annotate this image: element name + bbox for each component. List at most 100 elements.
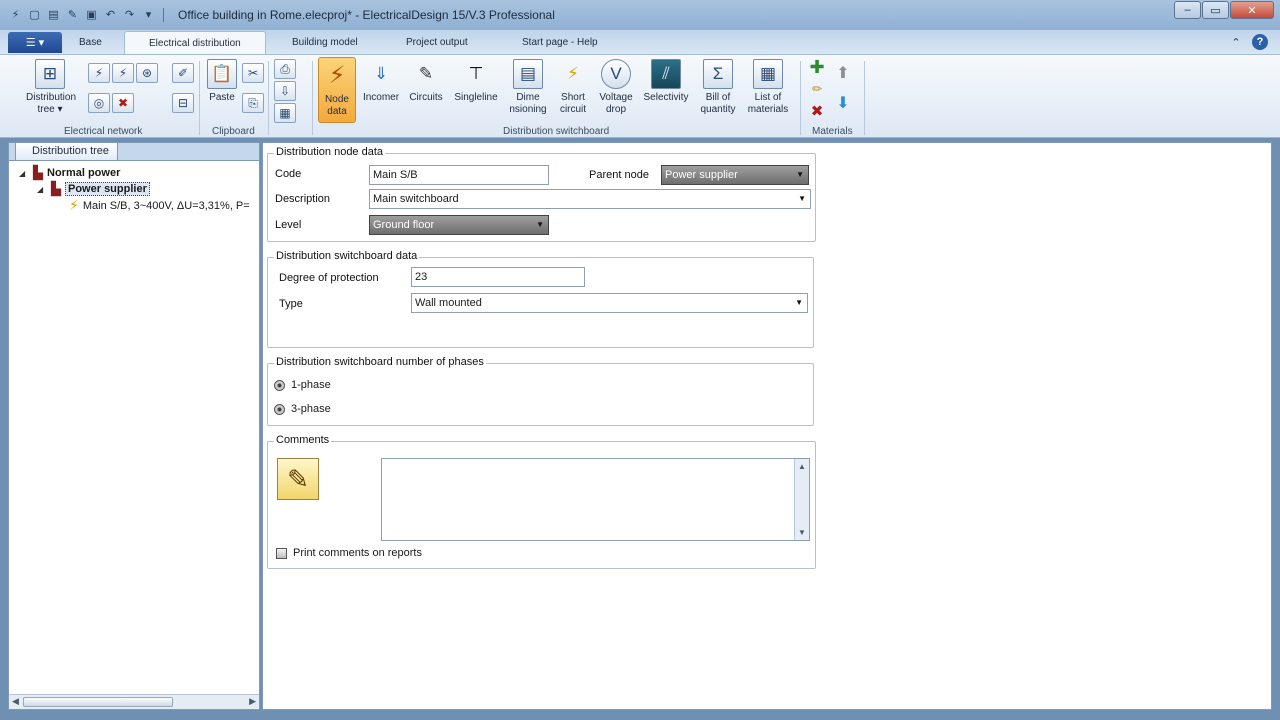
print-comments-checkbox[interactable] xyxy=(276,547,287,559)
help-icon[interactable]: ? xyxy=(1252,34,1268,50)
code-label: Code xyxy=(275,168,302,180)
generator-icon[interactable]: ◎ xyxy=(88,93,110,113)
new-file-icon[interactable]: ▢ xyxy=(27,7,42,22)
scroll-up-icon[interactable]: ▲ xyxy=(798,462,806,471)
print-icon[interactable]: ⎙ xyxy=(274,59,296,79)
group-divider xyxy=(800,61,801,135)
radio-button[interactable] xyxy=(274,403,285,415)
table-icon[interactable]: ▦ xyxy=(274,103,296,123)
tab-distribution-tree[interactable]: Distribution tree xyxy=(15,143,119,161)
tab-start-page-help[interactable]: Start page - Help xyxy=(522,37,598,48)
group-legend: Distribution switchboard data xyxy=(274,250,420,262)
selectivity-label: Selectivity xyxy=(643,92,689,103)
plug-icon[interactable]: ✐ xyxy=(172,63,194,83)
move-down-icon[interactable]: ⬇ xyxy=(832,93,854,113)
node-properties-icon[interactable]: ⊟ xyxy=(172,93,194,113)
collapse-arrow-icon[interactable]: ◢ xyxy=(37,185,47,194)
bill-of-quantity-label: Bill of quantity xyxy=(700,92,736,115)
tree-node-main-sb[interactable]: ⚡ Main S/B, 3~400V, ΔU=3,31%, P= xyxy=(69,197,250,214)
distribution-tree-label: Distribution tree ▾ xyxy=(26,92,77,115)
degree-of-protection-input[interactable]: 23 xyxy=(411,267,585,287)
bill-of-quantity-button[interactable]: Σ Bill of quantity xyxy=(696,59,740,116)
paste-icon: 📋 xyxy=(207,59,237,89)
chevron-down-icon: ▼ xyxy=(536,220,544,229)
ribbon-tab-row: ☰ ▾ Base Electrical distribution Buildin… xyxy=(0,30,1280,55)
undo-icon[interactable]: ↶ xyxy=(103,7,118,22)
minimize-button[interactable]: – xyxy=(1174,1,1201,19)
print-comments-option[interactable]: Print comments on reports xyxy=(276,547,422,559)
list-of-materials-label: List of materials xyxy=(747,92,789,115)
type-select[interactable]: Wall mounted ▼ xyxy=(411,293,808,313)
distribution-tree-icon: ⊞ xyxy=(35,59,65,89)
quick-access-toolbar: ⚡ ▢ ▤ ✎ ▣ ↶ ↷ ▾ xyxy=(8,7,167,22)
distribution-tree-button[interactable]: ⊞ Distribution tree ▾ xyxy=(20,59,80,116)
short-circuit-icon: ⚡ xyxy=(567,64,579,83)
tab-project-output[interactable]: Project output xyxy=(406,37,468,48)
tree-node-normal-power[interactable]: ◢ ▙ Normal power xyxy=(19,165,120,181)
voltage-drop-label: Voltage drop xyxy=(599,92,633,115)
copy-icon[interactable]: ⎘ xyxy=(242,93,264,113)
circuits-label: Circuits xyxy=(409,92,443,103)
edit-comment-icon[interactable]: ✎ xyxy=(277,458,319,500)
ribbon: ⊞ Distribution tree ▾ ⚡ ⚡ ⊛ ◎ ✖ ✐ ⊟ Elec… xyxy=(0,54,1280,138)
collapse-arrow-icon[interactable]: ◢ xyxy=(19,169,29,178)
number-of-phases-group: Distribution switchboard number of phase… xyxy=(267,356,814,426)
scroll-left-icon[interactable]: ◀ xyxy=(12,696,19,707)
description-value: Main switchboard xyxy=(373,193,459,205)
group-divider xyxy=(268,61,269,135)
paste-button[interactable]: 📋 Paste xyxy=(204,59,240,104)
tree-node-label: Power supplier xyxy=(65,182,150,196)
vertical-scrollbar[interactable]: ▲ ▼ xyxy=(794,459,809,540)
circuits-button[interactable]: ✎ Circuits xyxy=(406,59,446,104)
customize-toolbar-icon[interactable]: ▾ xyxy=(141,7,156,22)
scroll-right-icon[interactable]: ▶ xyxy=(249,696,256,707)
short-circuit-button[interactable]: ⚡ Short circuit xyxy=(554,59,592,116)
incomer-button[interactable]: ⇓ Incomer xyxy=(360,59,402,104)
node-data-button[interactable]: ⚡ Node data xyxy=(318,57,356,123)
maximize-button[interactable]: ▭ xyxy=(1202,1,1229,19)
lightning-double-icon[interactable]: ⚡ xyxy=(112,63,134,83)
collapse-ribbon-icon[interactable]: ⌃ xyxy=(1228,34,1244,50)
parent-node-select[interactable]: Power supplier ▼ xyxy=(661,165,809,185)
redo-icon[interactable]: ↷ xyxy=(122,7,137,22)
scroll-down-icon[interactable]: ▼ xyxy=(798,528,806,537)
export-icon[interactable]: ⇩ xyxy=(274,81,296,101)
three-phase-option[interactable]: 3-phase xyxy=(274,403,331,415)
dimensioning-button[interactable]: ▤ Dime nsioning xyxy=(506,59,550,116)
move-up-icon[interactable]: ⬆ xyxy=(832,63,854,83)
tree-node-power-supplier[interactable]: ◢ ▙ Power supplier xyxy=(37,181,150,197)
incomer-icon: ⇓ xyxy=(373,64,389,83)
toolbar-divider xyxy=(163,7,164,22)
transformer-icon[interactable]: ⊛ xyxy=(136,63,158,83)
comments-textarea[interactable]: ▲ ▼ xyxy=(381,458,810,541)
tab-electrical-distribution[interactable]: Electrical distribution xyxy=(124,31,266,55)
tab-base[interactable]: Base xyxy=(79,37,102,48)
radio-button[interactable] xyxy=(274,379,285,391)
tools-icon[interactable]: ✎ xyxy=(65,7,80,22)
add-material-icon[interactable]: ✚ xyxy=(806,57,828,77)
scrollbar-thumb[interactable] xyxy=(23,697,173,707)
close-button[interactable]: ✕ xyxy=(1230,1,1274,19)
voltage-drop-button[interactable]: V Voltage drop xyxy=(596,59,636,116)
singleline-button[interactable]: ⊤ Singleline xyxy=(452,59,500,104)
distribution-tree-pane: Distribution tree ◢ ▙ Normal power ◢ ▙ P… xyxy=(8,142,260,710)
application-menu-button[interactable]: ☰ ▾ xyxy=(8,32,62,53)
selectivity-button[interactable]: ⫽ Selectivity xyxy=(642,59,690,104)
level-select[interactable]: Ground floor ▼ xyxy=(369,215,549,235)
save-icon[interactable]: ▣ xyxy=(84,7,99,22)
open-folder-icon[interactable]: ▤ xyxy=(46,7,61,22)
list-of-materials-button[interactable]: ▦ List of materials xyxy=(746,59,790,116)
code-input[interactable]: Main S/B xyxy=(369,165,549,185)
singleline-label: Singleline xyxy=(454,92,498,103)
one-phase-option[interactable]: 1-phase xyxy=(274,379,331,391)
cut-icon[interactable]: ✂ xyxy=(242,63,264,83)
group-label-distribution-switchboard: Distribution switchboard xyxy=(503,126,610,137)
description-select[interactable]: Main switchboard ▼ xyxy=(369,189,811,209)
edit-material-icon[interactable]: ✏ xyxy=(806,79,828,99)
lightning-icon[interactable]: ⚡ xyxy=(88,63,110,83)
delete-material-icon[interactable]: ✖ xyxy=(806,101,828,121)
tab-building-model[interactable]: Building model xyxy=(292,37,358,48)
horizontal-scrollbar[interactable]: ◀ ▶ xyxy=(9,694,259,709)
chevron-down-icon: ▼ xyxy=(795,298,803,307)
delete-node-icon[interactable]: ✖ xyxy=(112,93,134,113)
